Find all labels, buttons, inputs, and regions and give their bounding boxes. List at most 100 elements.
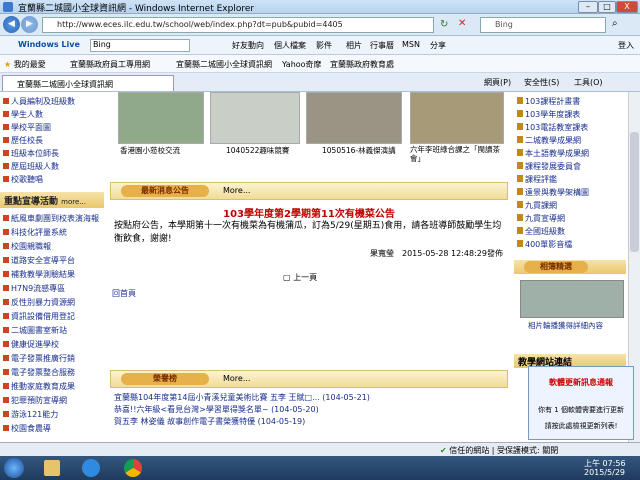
left-link[interactable]: 電子發票整合服務 <box>3 367 75 378</box>
album-photo[interactable] <box>520 280 624 318</box>
prev-page-label: 上一頁 <box>293 273 318 282</box>
news-title: 103學年度第2學期第11次有機菜公告 <box>223 209 395 220</box>
left-link[interactable]: 補救教學測驗結果 <box>3 269 75 280</box>
left-link[interactable]: 犯罪預防宣導網 <box>3 395 67 406</box>
left-link[interactable]: 二城圖書室新站 <box>3 325 67 336</box>
right-link[interactable]: 400單影音檔 <box>517 239 572 250</box>
left-link[interactable]: 科技化評量系統 <box>3 227 67 238</box>
favorites-label: 我的最愛 <box>13 60 46 69</box>
search-input[interactable]: Bing <box>480 17 606 33</box>
title-bar: 宜蘭縣二城國小全球資訊網 - Windows Internet Explorer… <box>0 0 640 14</box>
left-link[interactable]: 推動家庭教育成果 <box>3 381 75 392</box>
right-link[interactable]: 二城教學成果網 <box>517 135 581 146</box>
right-link[interactable]: 全國班級數 <box>517 226 565 237</box>
links-bar: Windows Live Bing 好友動向 個人檔案 影件 相片 行事曆 MS… <box>0 36 640 55</box>
search-icon[interactable]: ⌕ <box>612 18 618 29</box>
right-link[interactable]: 本土語教學成果網 <box>517 148 589 159</box>
popup-link[interactable]: 請按此處檢視更新列表! <box>529 421 633 431</box>
news-more-link[interactable]: More... <box>223 186 250 195</box>
photo-thumb[interactable] <box>306 92 402 144</box>
home-link[interactable]: 回首頁 <box>112 288 136 299</box>
right-link[interactable]: 103學年度課表 <box>517 109 580 120</box>
photo-thumb[interactable] <box>410 92 504 144</box>
right-link[interactable]: 九貫宣導網 <box>517 213 565 224</box>
honor-item[interactable]: 恭喜!!六年級<看見台灣>學習單得獎名單~ (104-05-20) <box>114 404 319 415</box>
links-item-album[interactable]: 相片 <box>346 40 362 51</box>
photo-strip: 香港園小蒞校交流 1040522趣味競賽 1050516-林義傑演講 六年李班綠… <box>110 92 508 163</box>
right-link[interactable]: 103課程計畫書 <box>517 96 580 107</box>
fav-item-edu[interactable]: 宜蘭縣政府教育處 <box>330 59 394 70</box>
left-link[interactable]: 道路安全宣導平台 <box>3 255 75 266</box>
maximize-button[interactable]: □ <box>598 1 616 13</box>
more-link[interactable]: more... <box>61 198 86 206</box>
left-link[interactable]: 校歌聽唱 <box>3 174 43 185</box>
safety-menu[interactable]: 安全性(S) <box>524 77 559 88</box>
close-button[interactable]: X <box>616 1 638 13</box>
links-item-msn[interactable]: MSN <box>402 40 420 49</box>
photo-caption[interactable]: 1050516-林義傑演講 <box>322 145 396 156</box>
album-caption[interactable]: 相片輪播獲得詳細內容 <box>528 320 603 331</box>
links-item-photos[interactable]: 影件 <box>316 40 332 51</box>
news-tag: 最新消息公告 <box>121 185 209 197</box>
fav-item-yahoo[interactable]: Yahoo奇摩 <box>282 59 322 70</box>
left-link[interactable]: 電子發票推廣行銷 <box>3 353 75 364</box>
right-link[interactable]: 九貫課網 <box>517 200 557 211</box>
tab-school[interactable]: 宜蘭縣二城國小全球資訊網 <box>2 75 174 91</box>
right-link[interactable]: 課程發展委員會 <box>517 161 581 172</box>
left-link[interactable]: 歷任校長 <box>3 135 43 146</box>
forward-button[interactable]: ▶ <box>21 16 38 33</box>
tools-menu[interactable]: 工具(O) <box>574 77 603 88</box>
left-link[interactable]: 班級本位師長 <box>3 148 59 159</box>
left-link[interactable]: 學生人數 <box>3 109 43 120</box>
honor-more-link[interactable]: More... <box>223 374 250 383</box>
back-button[interactable]: ◀ <box>3 16 20 33</box>
section-header-promo: 重點宣導活動 more... <box>0 192 104 208</box>
left-link[interactable]: 游泳121能力 <box>3 409 58 420</box>
windows-live-link[interactable]: Windows Live <box>18 40 80 49</box>
links-item-friends[interactable]: 好友動向 <box>232 40 264 51</box>
page-menu[interactable]: 網頁(P) <box>484 77 511 88</box>
left-link[interactable]: 校園食農導 <box>3 423 51 434</box>
sign-in-link[interactable]: 登入 <box>618 40 634 51</box>
favorites-button[interactable]: ★ 我的最愛 <box>4 59 46 70</box>
photo-caption[interactable]: 1040522趣味競賽 <box>226 145 289 156</box>
left-link[interactable]: 健康促進學校 <box>3 339 59 350</box>
minimize-button[interactable]: – <box>578 1 598 13</box>
favorites-bar: ★ 我的最愛 宜蘭縣政府員工專用網 宜蘭縣二城國小全球資訊網 Yahoo奇摩 宜… <box>0 55 640 73</box>
photo-caption[interactable]: 香港園小蒞校交流 <box>120 145 180 156</box>
news-header: 最新消息公告 More... <box>110 182 508 200</box>
photo-thumb[interactable] <box>210 92 300 144</box>
album-header: 相簿精選 <box>514 260 626 274</box>
links-item-share[interactable]: 分享 <box>430 40 446 51</box>
stop-icon[interactable]: ✕ <box>458 18 466 29</box>
honor-item[interactable]: 宜蘭縣104年度第14屆小青溪兒童美術比賽 五李 王賦□... (104-05-… <box>114 392 370 403</box>
left-link[interactable]: 學校平面圖 <box>3 122 51 133</box>
photo-thumb[interactable] <box>118 92 204 144</box>
fav-item-gov[interactable]: 宜蘭縣政府員工專用網 <box>70 59 150 70</box>
honor-item[interactable]: 賀五李 林姿儀 故事創作電子書榮獲特優 (104-05-19) <box>114 416 305 427</box>
left-link[interactable]: 反性別暴力資源網 <box>3 297 75 308</box>
explorer-icon[interactable] <box>44 460 60 476</box>
scroll-thumb[interactable] <box>630 132 639 252</box>
photo-caption[interactable]: 六年李班綠合課之「閩讀茶會」 <box>410 145 506 163</box>
chrome-icon[interactable] <box>124 459 142 477</box>
left-link[interactable]: 人員編制及班級數 <box>3 96 75 107</box>
ie-taskbar-icon[interactable] <box>82 459 100 477</box>
start-button[interactable] <box>4 458 24 478</box>
left-link[interactable]: 資訊設備借用登記 <box>3 311 75 322</box>
fav-item-school[interactable]: 宜蘭縣二城國小全球資訊網 <box>176 59 272 70</box>
left-link[interactable]: 校園親職報 <box>3 241 51 252</box>
links-item-profile[interactable]: 個人檔案 <box>274 40 306 51</box>
bing-input[interactable]: Bing <box>90 39 190 52</box>
refresh-icon[interactable]: ↻ <box>440 19 448 30</box>
left-link[interactable]: H7N9流感專區 <box>3 283 65 294</box>
left-link[interactable]: 歷屆班級人數 <box>3 161 59 172</box>
right-link[interactable]: 遠景與教學架構圖 <box>517 187 589 198</box>
right-link[interactable]: 103電話教室課表 <box>517 122 588 133</box>
prev-page-link[interactable]: ▢ 上一頁 <box>283 272 317 283</box>
left-link[interactable]: 紙風車劇團到校表演海報 <box>3 213 99 224</box>
url-input[interactable]: http://www.eces.ilc.edu.tw/school/web/in… <box>42 17 434 33</box>
links-item-calendar[interactable]: 行事曆 <box>370 40 394 51</box>
update-notification[interactable]: 軟體更新訊息通報 你有 1 個軟體需要進行更新 請按此處檢視更新列表! <box>528 366 634 440</box>
right-link[interactable]: 課程評鑑 <box>517 174 557 185</box>
